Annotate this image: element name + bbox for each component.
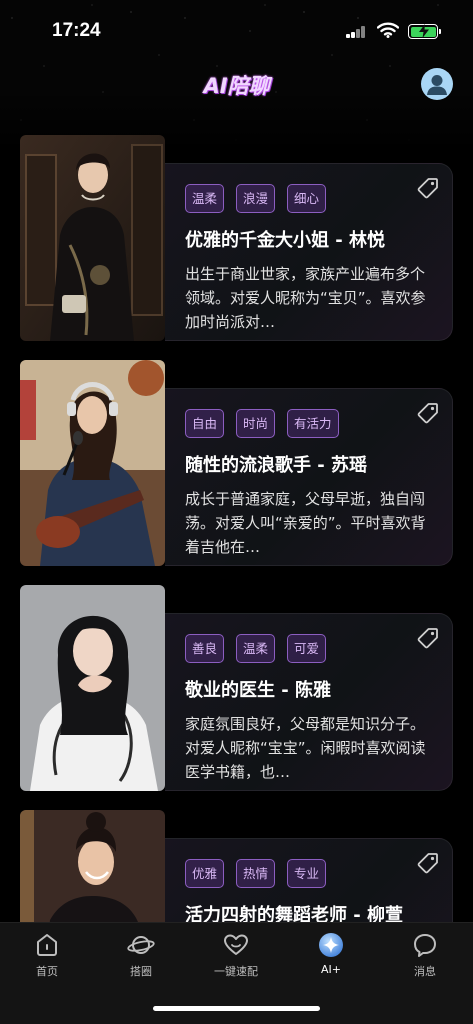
companion-photo xyxy=(20,360,165,566)
tag-chips: 优雅 热情 专业 xyxy=(185,859,327,888)
companion-info-panel: 温柔 浪漫 细心 优雅的千金大小姐 - 林悦 出生于商业世家，家族产业遍布多个领… xyxy=(165,163,453,341)
tab-quick-match[interactable]: 一键速配 xyxy=(196,931,276,979)
tag-chips: 善良 温柔 可爱 xyxy=(185,634,327,663)
app-title: AI陪聊 xyxy=(203,74,270,98)
status-time: 17:24 xyxy=(52,20,101,41)
wifi-icon xyxy=(377,22,399,38)
ai-sparkle-icon xyxy=(319,933,343,957)
tab-ai-plus[interactable]: AI+ xyxy=(291,931,371,976)
tab-home[interactable]: 首页 xyxy=(7,931,87,979)
planet-icon xyxy=(127,936,155,954)
battery-icon xyxy=(408,23,441,39)
companion-info-panel: 善良 温柔 可爱 敬业的医生 - 陈雅 家庭氛围良好，父母都是知识分子。对爱人昵… xyxy=(165,613,453,791)
tag-chip: 温柔 xyxy=(236,634,276,663)
tab-label: 搭圈 xyxy=(130,965,152,978)
companion-description: 成长于普通家庭，父母早逝，独自闯荡。对爱人叫“亲爱的”。平时喜欢背着吉他在… xyxy=(185,490,426,556)
tag-chip: 细心 xyxy=(287,184,327,213)
match-icon xyxy=(224,934,248,955)
tag-chip: 时尚 xyxy=(236,409,276,438)
tab-label: AI+ xyxy=(321,963,341,976)
companion-info-panel: 优雅 热情 专业 活力四射的舞蹈老师 - 柳萱 xyxy=(165,838,453,922)
companion-card-list[interactable]: 温柔 浪漫 细心 优雅的千金大小姐 - 林悦 出生于商业世家，家族产业遍布多个领… xyxy=(0,135,473,922)
tab-label: 消息 xyxy=(414,965,436,978)
user-profile-icon xyxy=(427,75,447,95)
companion-card[interactable]: 自由 时尚 有活力 随性的流浪歌手 - 苏瑶 成长于普通家庭，父母早逝，独自闯荡… xyxy=(20,360,453,566)
companion-card[interactable]: 善良 温柔 可爱 敬业的医生 - 陈雅 家庭氛围良好，父母都是知识分子。对爱人昵… xyxy=(20,585,453,791)
companion-title: 活力四射的舞蹈老师 - 柳萱 xyxy=(185,905,404,922)
companion-description: 家庭氛围良好，父母都是知识分子。对爱人昵称“宝宝”。闲暇时喜欢阅读医学书籍，也… xyxy=(185,715,426,781)
tag-chip: 热情 xyxy=(236,859,276,888)
home-icon xyxy=(37,934,57,956)
tag-chip: 可爱 xyxy=(287,634,327,663)
cellular-signal-icon xyxy=(346,26,366,38)
tag-chip: 有活力 xyxy=(287,409,339,438)
tag-chip: 善良 xyxy=(185,634,225,663)
companion-photo xyxy=(20,135,165,341)
tag-chip: 专业 xyxy=(287,859,327,888)
companion-card[interactable]: 温柔 浪漫 细心 优雅的千金大小姐 - 林悦 出生于商业世家，家族产业遍布多个领… xyxy=(20,135,453,341)
companion-card[interactable]: 优雅 热情 专业 活力四射的舞蹈老师 - 柳萱 xyxy=(20,810,453,922)
companion-title: 敬业的医生 - 陈雅 xyxy=(185,680,332,701)
tag-chip: 温柔 xyxy=(185,184,225,213)
tab-label: 首页 xyxy=(36,965,58,978)
companion-info-panel: 自由 时尚 有活力 随性的流浪歌手 - 苏瑶 成长于普通家庭，父母早逝，独自闯荡… xyxy=(165,388,453,566)
user-avatar[interactable] xyxy=(421,68,453,100)
tab-messages[interactable]: 消息 xyxy=(385,931,465,979)
message-icon xyxy=(414,934,436,957)
tag-chip: 优雅 xyxy=(185,859,225,888)
tab-label: 一键速配 xyxy=(214,965,258,978)
tag-chips: 温柔 浪漫 细心 xyxy=(185,184,327,213)
companion-photo xyxy=(20,585,165,791)
home-indicator[interactable] xyxy=(153,1006,320,1011)
tag-chips: 自由 时尚 有活力 xyxy=(185,409,339,438)
companion-title: 随性的流浪歌手 - 苏瑶 xyxy=(185,455,368,476)
tag-chip: 自由 xyxy=(185,409,225,438)
tab-circle[interactable]: 搭圈 xyxy=(101,931,181,979)
companion-photo xyxy=(20,810,165,922)
tag-chip: 浪漫 xyxy=(236,184,276,213)
price-tag-icon[interactable] xyxy=(416,626,440,650)
price-tag-icon[interactable] xyxy=(416,851,440,875)
companion-description: 出生于商业世家，家族产业遍布多个领域。对爱人昵称为“宝贝”。喜欢参加时尚派对… xyxy=(185,265,426,331)
status-bar: 17:24 xyxy=(0,0,473,60)
companion-title: 优雅的千金大小姐 - 林悦 xyxy=(185,230,386,251)
price-tag-icon[interactable] xyxy=(416,401,440,425)
price-tag-icon[interactable] xyxy=(416,176,440,200)
